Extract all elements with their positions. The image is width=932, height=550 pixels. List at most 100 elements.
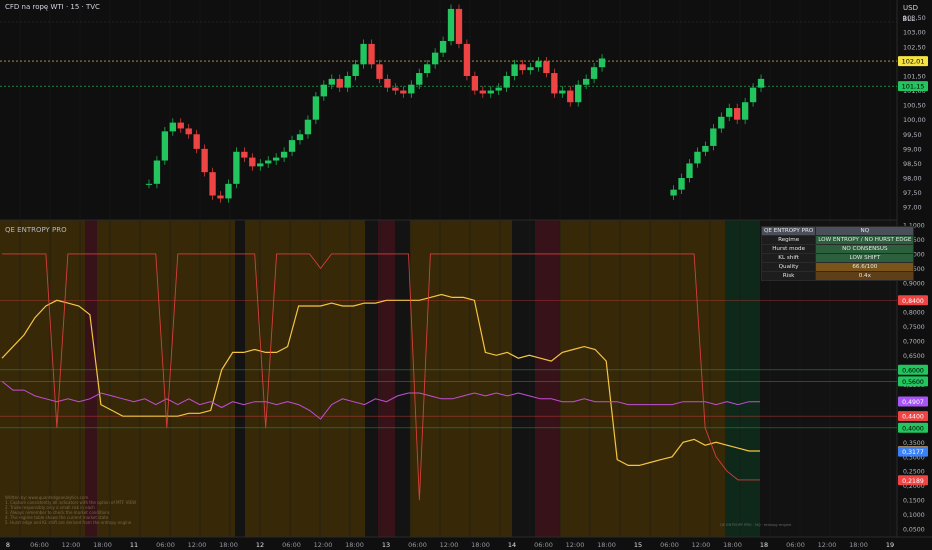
time-axis-label: 12:00 [62, 541, 81, 549]
indicator-badge-label: 0,6000 [902, 367, 924, 374]
candle [257, 163, 264, 167]
time-axis-label: 13 [382, 541, 390, 549]
indicator-badge-label: 0,8400 [902, 298, 924, 305]
candle [296, 134, 304, 141]
time-axis-label: 12:00 [818, 541, 837, 549]
candle [479, 90, 486, 94]
table-header-left: QE ENTROPY PRO [760, 226, 817, 236]
candle [575, 84, 582, 103]
time-axis-label: 18:00 [345, 541, 364, 549]
candle [598, 58, 606, 68]
candle [312, 96, 320, 120]
bll-label: BLL [902, 15, 915, 23]
candle [288, 140, 296, 152]
indicator-axis-label: 0,9000 [903, 280, 925, 287]
candle [145, 183, 153, 185]
time-axis-label: 06:00 [30, 541, 49, 549]
candle [320, 84, 328, 97]
indicator-footer: QE ENTROPY PRO · NQ · entropy engine [720, 523, 792, 527]
price-axis-label: 103,00 [903, 29, 926, 37]
indicator-axis-label: 0,3500 [903, 440, 925, 447]
table-header-right: NQ [815, 226, 915, 236]
candle [543, 61, 550, 74]
indicator-axis-label: 0,0500 [903, 527, 925, 534]
time-axis-label: 06:00 [534, 541, 553, 549]
time-axis-label: 06:00 [408, 541, 427, 549]
price-axis-label: 98,00 [903, 175, 922, 183]
candle [551, 73, 558, 94]
candle [280, 151, 288, 158]
candle [185, 128, 192, 135]
regime-band [365, 220, 378, 537]
time-axis-label: 18:00 [849, 541, 868, 549]
regime-band [560, 220, 635, 537]
indicator-notes: Written by: www.quantedgeanalytics.com 1… [5, 495, 136, 525]
candle [734, 108, 741, 120]
symbol-title[interactable]: CFD na ropę WTI · 15 · TVC [5, 3, 100, 11]
candle [590, 67, 598, 79]
regime-band [512, 220, 535, 537]
candle [678, 178, 685, 190]
table-row: Regime LOW ENTROPY / NO HURST EDGE [760, 235, 915, 245]
candle [272, 157, 280, 161]
price-axis-label: 101,50 [903, 72, 926, 80]
indicator-axis-label: 0,8000 [903, 309, 925, 316]
indicator-axis-label: 0,7000 [903, 338, 925, 345]
candle [487, 90, 494, 94]
indicator-title[interactable]: QE ENTROPY PRO [5, 226, 67, 234]
time-axis-label: 12:00 [314, 541, 333, 549]
candle [511, 64, 518, 76]
time-axis-label: 18:00 [219, 541, 238, 549]
time-axis-label: 19 [886, 541, 894, 549]
indicator-badge-label: 0,5600 [902, 379, 924, 386]
candle [567, 90, 574, 103]
time-axis-label: 12:00 [566, 541, 585, 549]
time-axis-label: 18:00 [93, 541, 112, 549]
candle [233, 151, 240, 184]
regime-band [395, 220, 410, 537]
time-axis-label: 12:00 [440, 541, 459, 549]
candle [535, 61, 542, 68]
time-axis-label: 06:00 [660, 541, 679, 549]
row-label: Regime [760, 235, 817, 245]
time-axis-label: 18:00 [471, 541, 490, 549]
regime-band [97, 220, 145, 537]
regime-band [725, 220, 760, 537]
time-axis-label: 18 [760, 541, 768, 549]
candle [670, 189, 677, 196]
time-axis-label: 06:00 [786, 541, 805, 549]
candle [368, 43, 375, 65]
time-axis-label: 18:00 [597, 541, 616, 549]
candle [225, 183, 232, 199]
candle [408, 84, 415, 94]
price-axis-label: 100,50 [903, 102, 926, 110]
row-value: LOW ENTROPY / NO HURST EDGE [815, 235, 915, 245]
currency-label[interactable]: USD [903, 4, 918, 12]
time-axis-label: 06:00 [282, 541, 301, 549]
indicator-badge-label: 0,4400 [902, 414, 924, 421]
candle [400, 90, 407, 94]
candle [249, 157, 256, 167]
candle [416, 73, 423, 85]
row-label: Hurst mode [760, 244, 817, 254]
regime-band [410, 220, 512, 537]
candle [495, 87, 502, 91]
row-label: KL shift [760, 253, 817, 263]
time-axis-label: 11 [130, 541, 138, 549]
candle [241, 151, 248, 158]
price-badge-label: 101,15 [902, 83, 925, 91]
indicator-badge-label: 0,4907 [902, 399, 924, 406]
regime-band [235, 220, 245, 537]
candle [153, 160, 161, 184]
candle [344, 75, 351, 88]
regime-table: QE ENTROPY PRO NQ Regime LOW ENTROPY / N… [760, 226, 915, 281]
candle [503, 75, 510, 88]
candle [439, 40, 447, 53]
candle [328, 78, 335, 85]
price-axis-label: 98,50 [903, 160, 922, 168]
trading-chart-window: 103,50103,00102,50102,00101,50101,00100,… [0, 0, 932, 550]
time-axis-label: 8 [6, 541, 10, 549]
candle [209, 172, 216, 196]
row-value: LOW SHIFT [815, 253, 915, 263]
price-axis-label: 97,50 [903, 189, 922, 197]
